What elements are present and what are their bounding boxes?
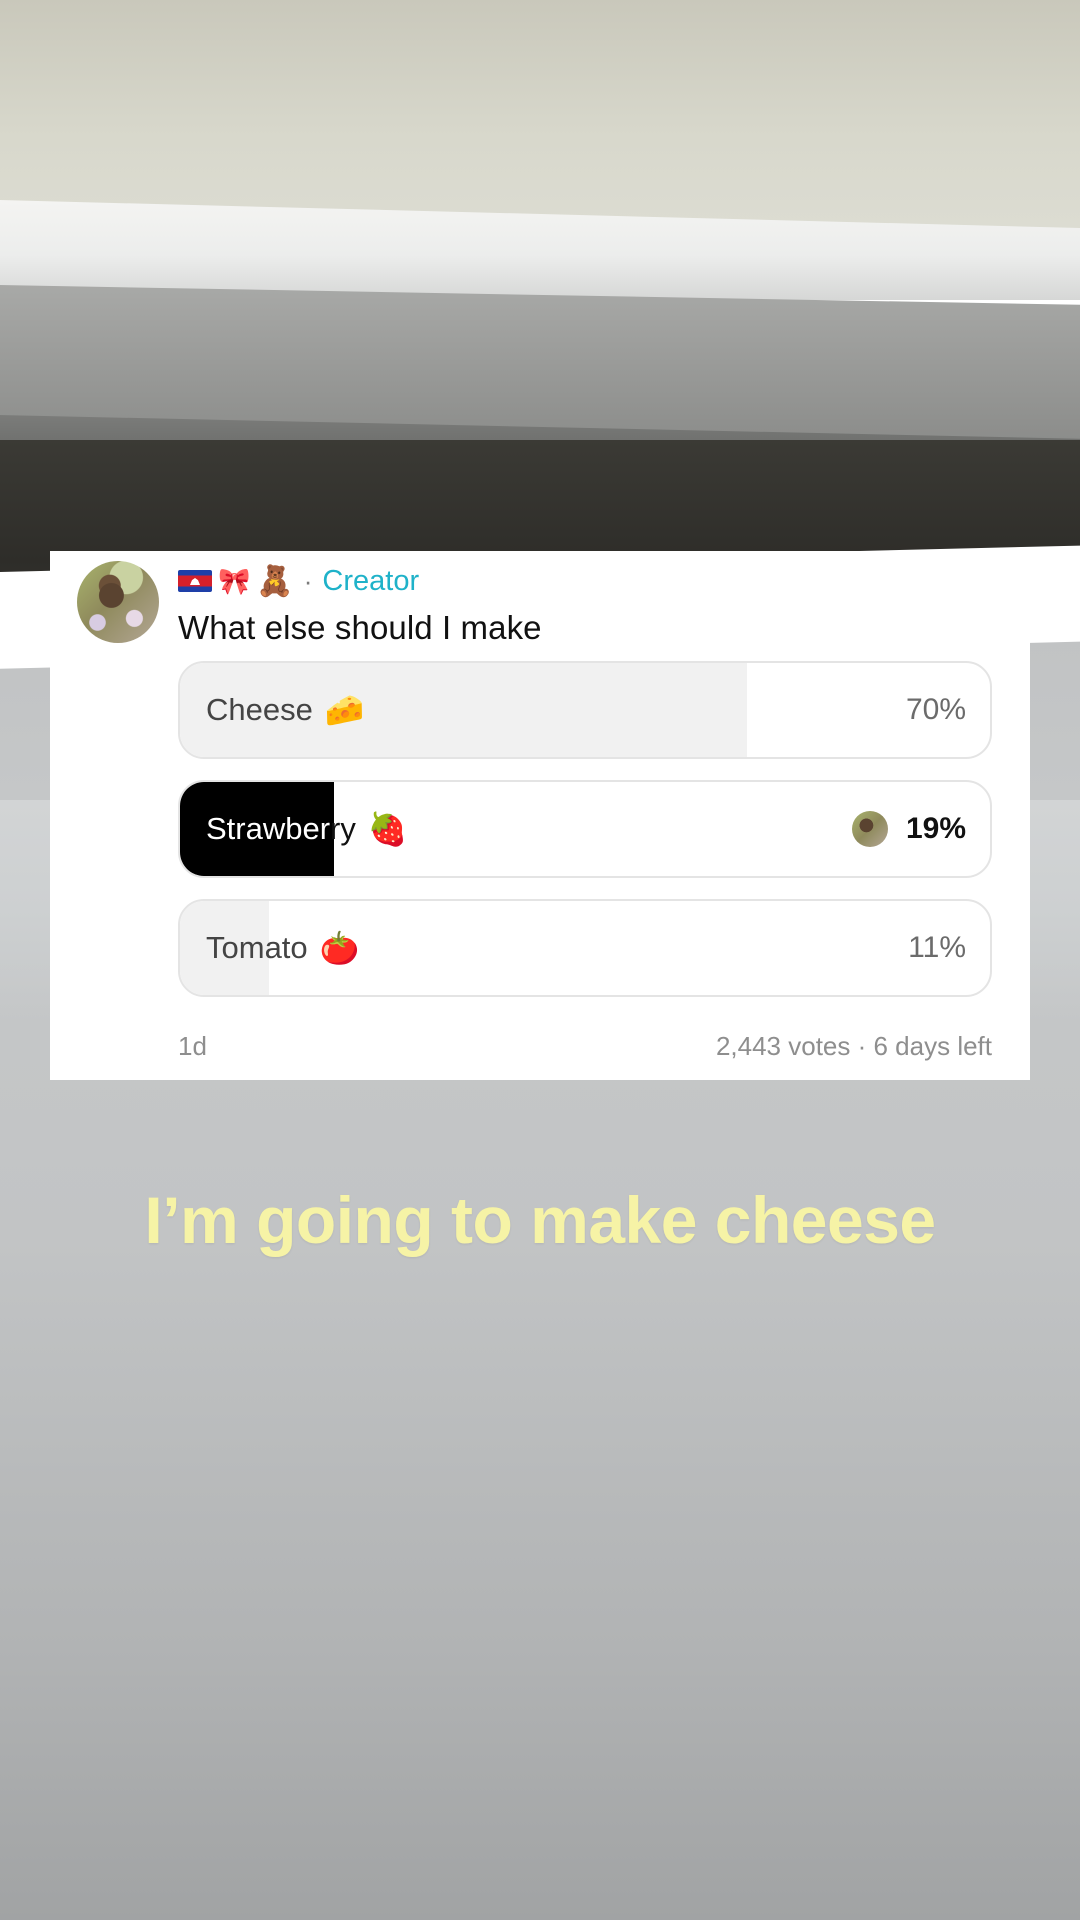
poll-option-cheese[interactable]: Cheese 🧀 70% [178,661,992,759]
poll-option-strawberry[interactable]: Strawberry Strawberry 🍓 19% [178,780,992,878]
tomato-icon: 🍅 [319,930,360,966]
creator-badge: Creator [322,564,420,597]
strawberry-icon: 🍓 [367,811,408,847]
cambodia-flag-icon [178,570,212,592]
poll-age: 1d [178,1031,207,1061]
background-wall [0,0,1080,230]
bow-icon: 🎀 [218,565,251,596]
poll-option-label-overlay: Strawberry [206,811,332,846]
poll-option-percent: 11% [908,931,966,964]
poll-author-line: 🎀 🧸 · Creator [178,561,419,601]
poll-card: 🎀 🧸 · Creator What else should I make Ch… [50,551,1030,1080]
poll-option-percent: 70% [905,693,966,726]
creator-avatar[interactable] [77,561,159,643]
poll-option-label: Cheese [206,692,313,727]
poll-votes-summary: 2,443 votes · 6 days left [715,1031,992,1061]
poll-option-tomato[interactable]: Tomato 🍅 11% [178,899,992,997]
poll-option-label: Tomato [206,930,308,965]
separator: · [303,565,313,596]
poll-option-percent: 19% [905,812,966,845]
my-vote-avatar [851,811,888,847]
video-caption: I’m going to make cheese [144,1183,936,1257]
teddy-bear-icon: 🧸 [256,564,294,598]
cheese-icon: 🧀 [324,692,365,728]
poll-question: What else should I make [178,609,542,646]
